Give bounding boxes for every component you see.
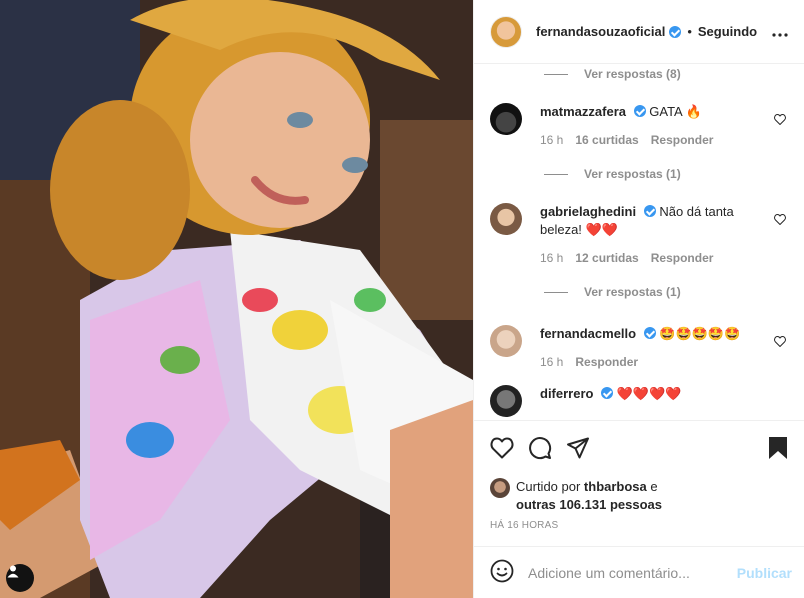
commenter-avatar[interactable]	[490, 385, 522, 417]
comment-meta: 16 h 16 curtidas Responder	[540, 131, 768, 149]
verified-icon	[643, 205, 656, 217]
verified-icon	[669, 25, 682, 38]
view-replies-label: Ver respostas (1)	[584, 167, 681, 181]
reply-button[interactable]: Responder	[651, 131, 714, 149]
more-icon[interactable]	[772, 21, 788, 42]
post-actions-bar	[474, 420, 804, 478]
view-replies-label: Ver respostas (1)	[584, 285, 681, 299]
commenter-username[interactable]: gabrielaghedini	[540, 204, 636, 219]
post-dialog: fernandasouzaoficial • Seguindo Ver resp…	[0, 0, 804, 598]
comment-item: gabrielaghedini Não dá tanta beleza! ❤️❤…	[490, 203, 788, 267]
view-replies-button[interactable]: Ver respostas (8)	[544, 65, 788, 83]
post-timestamp[interactable]: HÁ 16 HORAS	[474, 520, 804, 546]
commenter-avatar[interactable]	[490, 203, 522, 235]
liker-avatar[interactable]	[490, 478, 510, 498]
publish-button[interactable]: Publicar	[737, 565, 792, 581]
add-comment-bar: Publicar	[474, 546, 804, 598]
comment-item: fernandacmello 🤩🤩🤩🤩🤩 16 h Responder	[490, 325, 788, 371]
comment-likes-count[interactable]: 16 curtidas	[575, 131, 638, 149]
liker-username[interactable]: thbarbosa	[584, 479, 647, 494]
post-header: fernandasouzaoficial • Seguindo	[474, 0, 804, 64]
heart-icon[interactable]	[490, 437, 514, 462]
like-comment-heart-icon[interactable]	[774, 213, 786, 228]
replies-divider	[544, 291, 568, 293]
likes-middle: e	[646, 479, 658, 494]
reply-button[interactable]: Responder	[575, 353, 638, 371]
commenter-username[interactable]: matmazzafera	[540, 104, 626, 119]
comments-list[interactable]: Ver respostas (8) matmazzafera GATA 🔥 16…	[474, 64, 804, 420]
comment-text: ❤️❤️❤️❤️	[616, 386, 682, 401]
reply-button[interactable]: Responder	[651, 249, 714, 267]
comment-input[interactable]	[528, 564, 737, 581]
comment-icon[interactable]	[528, 436, 552, 463]
commenter-username[interactable]: fernandacmello	[540, 326, 636, 341]
comment-item: diferrero ❤️❤️❤️❤️	[490, 385, 788, 417]
comment-time[interactable]: 16 h	[540, 249, 563, 267]
follow-status-button[interactable]: Seguindo	[698, 24, 757, 39]
commenter-avatar[interactable]	[490, 325, 522, 357]
post-sidebar: fernandasouzaoficial • Seguindo Ver resp…	[473, 0, 804, 598]
like-comment-heart-icon[interactable]	[774, 113, 786, 128]
likes-count-link[interactable]: outras 106.131 pessoas	[516, 497, 662, 512]
post-photo[interactable]	[0, 0, 473, 598]
view-replies-label: Ver respostas (8)	[584, 67, 681, 81]
share-icon[interactable]	[566, 437, 590, 462]
commenter-avatar[interactable]	[490, 103, 522, 135]
separator-dot: •	[687, 24, 692, 39]
view-replies-button[interactable]: Ver respostas (1)	[544, 165, 788, 183]
comment-likes-count[interactable]: 12 curtidas	[575, 249, 638, 267]
verified-icon	[633, 105, 646, 117]
replies-divider	[544, 73, 568, 75]
verified-icon	[643, 327, 656, 339]
replies-divider	[544, 173, 568, 175]
emoji-icon[interactable]	[490, 559, 514, 586]
comment-text: GATA 🔥	[649, 104, 702, 119]
author-avatar[interactable]	[490, 15, 522, 48]
likes-prefix: Curtido por	[516, 479, 584, 494]
photo-illustration	[0, 0, 473, 598]
comment-time[interactable]: 16 h	[540, 353, 563, 371]
user-tag-icon[interactable]	[6, 564, 34, 592]
verified-icon	[601, 387, 614, 399]
comment-meta: 16 h Responder	[540, 353, 768, 371]
commenter-username[interactable]: diferrero	[540, 386, 593, 401]
view-replies-button[interactable]: Ver respostas (1)	[544, 283, 788, 301]
comment-item: matmazzafera GATA 🔥 16 h 16 curtidas Res…	[490, 103, 788, 149]
bookmark-icon[interactable]	[768, 436, 788, 463]
likes-summary: Curtido por thbarbosa e outras 106.131 p…	[474, 478, 804, 514]
comment-time[interactable]: 16 h	[540, 131, 563, 149]
author-username[interactable]: fernandasouzaoficial	[536, 24, 665, 39]
like-comment-heart-icon[interactable]	[774, 335, 786, 350]
comment-meta: 16 h 12 curtidas Responder	[540, 249, 768, 267]
comment-text: 🤩🤩🤩🤩🤩	[659, 326, 741, 341]
